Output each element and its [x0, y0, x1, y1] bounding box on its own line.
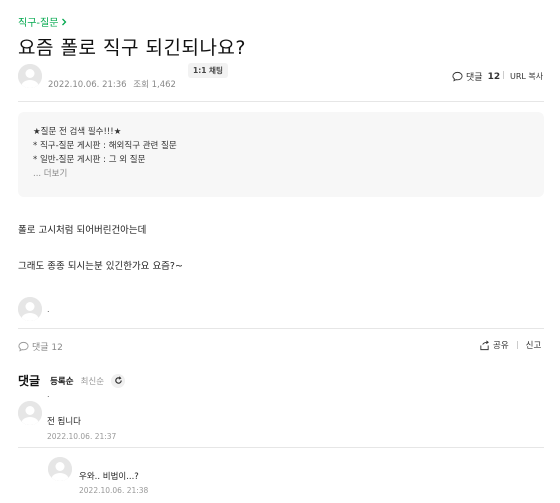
sort-latest-button[interactable]: 최신순: [81, 375, 104, 387]
avatar-icon: [18, 64, 42, 88]
avatar-icon: [18, 401, 42, 425]
divider: [516, 341, 518, 349]
chevron-right-icon: [62, 18, 67, 25]
comments-title: 댓글: [18, 374, 41, 388]
post-meta: 2022.10.06. 21:36 조회 1,462: [48, 78, 176, 90]
comment-count: 12: [487, 71, 501, 82]
author-profile-avatar[interactable]: [18, 297, 42, 321]
divider: [18, 328, 544, 329]
footer-actions: 공유 신고: [479, 339, 541, 351]
comment-count-link[interactable]: 댓글 12: [452, 70, 500, 83]
notice-line: * 직구-질문 게시판 : 해외직구 관련 질문: [33, 141, 177, 151]
divider: [503, 71, 504, 79]
comment-date: 2022.10.06. 21:37: [47, 432, 117, 441]
post-body-line: 폴로 고시처럼 되어버린건아는데: [18, 225, 147, 236]
avatar-icon: [18, 297, 42, 321]
footer-comment-label: 댓글 12: [32, 343, 63, 353]
url-copy-button[interactable]: URL 복사: [510, 71, 543, 82]
comment-text: 전 됩니다: [47, 417, 81, 427]
comment-avatar[interactable]: [18, 401, 42, 425]
comment-nickname[interactable]: .: [47, 390, 50, 399]
more-link[interactable]: ... 더보기: [33, 167, 529, 181]
notice-line: * 일반-질문 게시판 : 그 외 질문: [33, 155, 146, 165]
author-nickname[interactable]: .: [47, 305, 50, 314]
chat-button[interactable]: 1:1 채팅: [188, 63, 228, 78]
refresh-button[interactable]: [111, 373, 126, 388]
footer-comment-link[interactable]: 댓글 12: [18, 340, 63, 353]
divider: [18, 447, 544, 448]
share-button[interactable]: 공유: [493, 339, 509, 351]
avatar-icon: [48, 457, 72, 481]
reply-date: 2022.10.06. 21:38: [79, 486, 149, 495]
post-body-line: 그래도 종종 되시는분 있긴한가요 요즘?~: [18, 261, 183, 272]
reply-avatar[interactable]: [48, 457, 72, 481]
chat-bubble-icon: [18, 341, 29, 352]
author-avatar[interactable]: [18, 64, 42, 88]
notice-box: ★질문 전 검색 필수!!!★ * 직구-질문 게시판 : 해외직구 관련 질문…: [18, 112, 544, 197]
page-title: 요즘 폴로 직구 되긴되나요?: [18, 37, 246, 59]
post-date: 2022.10.06. 21:36: [48, 80, 127, 90]
comment-label: 댓글: [466, 73, 483, 83]
comments-header: 댓글 등록순 최신순: [18, 372, 126, 389]
divider: [18, 101, 544, 102]
sort-registered-button[interactable]: 등록순: [50, 375, 73, 387]
refresh-icon: [114, 376, 122, 384]
breadcrumb[interactable]: 직구-질문: [18, 14, 68, 29]
notice-line: ★질문 전 검색 필수!!!★: [33, 127, 122, 137]
chat-bubble-icon: [452, 71, 463, 82]
reply-text: 우와.. 비법이...?: [79, 472, 139, 482]
share-icon[interactable]: [479, 340, 490, 351]
post-views: 조회 1,462: [133, 80, 176, 90]
breadcrumb-label[interactable]: 직구-질문: [18, 14, 58, 29]
report-button[interactable]: 신고: [526, 339, 542, 351]
